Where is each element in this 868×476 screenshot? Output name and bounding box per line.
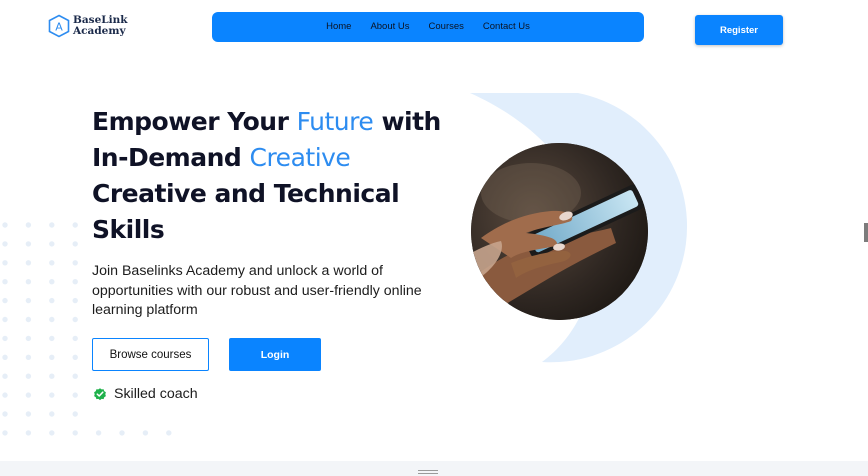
decorative-dot (166, 430, 172, 436)
hero-title-accent-future: Future (296, 107, 374, 136)
decorative-dot (2, 335, 8, 342)
decorative-dot (49, 297, 55, 304)
decorative-dot (25, 354, 32, 360)
decorative-dot (72, 279, 78, 285)
decorative-dot (49, 241, 55, 247)
decorative-dot (72, 241, 78, 247)
drag-handle-icon[interactable] (418, 470, 438, 474)
decorative-dot (72, 411, 78, 417)
main-nav: Home About Us Courses Contact Us (212, 12, 644, 42)
decorative-dot (2, 260, 8, 266)
hero-title-part: In-Demand (92, 143, 250, 172)
decorative-dot (72, 335, 78, 342)
decorative-dot (49, 354, 55, 360)
decorative-dot (49, 222, 55, 228)
nav-link-home[interactable]: Home (326, 21, 351, 32)
decorative-dot (72, 354, 78, 360)
decorative-dot (49, 430, 55, 436)
decorative-dot (49, 373, 55, 379)
hero-title-part: with (373, 107, 441, 136)
decorative-dot (25, 222, 32, 228)
decorative-dot (49, 316, 55, 323)
decorative-dot (2, 297, 8, 304)
brand-name: BaseLink Academy (73, 15, 128, 37)
nav-link-courses[interactable]: Courses (429, 21, 464, 32)
decorative-dot (49, 392, 55, 398)
svg-text:A: A (55, 21, 63, 34)
decorative-dot (2, 373, 8, 379)
decorative-dot (2, 392, 8, 398)
hero-image (471, 143, 648, 320)
decorative-dot (2, 354, 8, 360)
login-button[interactable]: Login (229, 338, 321, 371)
decorative-dot (2, 222, 8, 228)
hero-title: Empower Your Future with In-Demand Creat… (92, 104, 462, 248)
decorative-dot (72, 297, 78, 304)
decorative-dot (119, 430, 125, 436)
decorative-dot (25, 373, 32, 379)
decorative-dot (2, 241, 8, 247)
decorative-dot (49, 411, 55, 417)
decorative-dot (2, 430, 8, 436)
decorative-dot (49, 279, 55, 285)
hero-title-part: Skills (92, 215, 165, 244)
decorative-dot (25, 279, 32, 285)
decorative-dot (49, 335, 55, 342)
hero-title-part: Empower Your (92, 107, 297, 136)
decorative-dot (49, 260, 55, 266)
decorative-dot (25, 411, 32, 417)
nav-link-about-us[interactable]: About Us (370, 21, 409, 32)
brand-name-line2: Academy (73, 25, 126, 37)
register-button[interactable]: Register (695, 15, 783, 45)
decorative-dot (25, 392, 32, 398)
decorative-dot (72, 430, 78, 436)
brand-logo[interactable]: A BaseLink Academy (48, 14, 128, 38)
decorative-dot (72, 392, 78, 398)
decorative-dot (25, 316, 32, 323)
hexagon-a-icon: A (48, 14, 70, 38)
decorative-dot (72, 316, 78, 323)
hand-with-phone-illustration (471, 143, 648, 320)
decorative-dot (72, 222, 78, 228)
decorative-dot (25, 430, 32, 436)
hero-description: Join Baselinks Academy and unlock a worl… (92, 263, 422, 318)
skilled-coach-badge: Skilled coach (93, 386, 198, 402)
decorative-dot (25, 297, 32, 304)
hero-title-accent-creative: Creative (249, 143, 351, 172)
decorative-dot (72, 373, 78, 379)
decorative-dot (72, 260, 78, 266)
nav-link-contact-us[interactable]: Contact Us (483, 21, 530, 32)
decorative-dot (2, 316, 8, 323)
decorative-dot (25, 241, 32, 247)
skilled-coach-label: Skilled coach (114, 386, 198, 402)
dot-grid-decoration (2, 222, 172, 436)
hero-title-part: Creative and Technical (92, 179, 400, 208)
decorative-dot (2, 279, 8, 285)
decorative-dot (95, 430, 102, 436)
scrollbar-thumb[interactable] (864, 223, 868, 242)
decorative-dot (2, 411, 8, 417)
decorative-dot (25, 335, 32, 342)
verified-check-icon (94, 388, 106, 401)
browse-courses-button[interactable]: Browse courses (92, 338, 209, 371)
decorative-dot (25, 260, 32, 266)
decorative-dot (142, 430, 149, 436)
